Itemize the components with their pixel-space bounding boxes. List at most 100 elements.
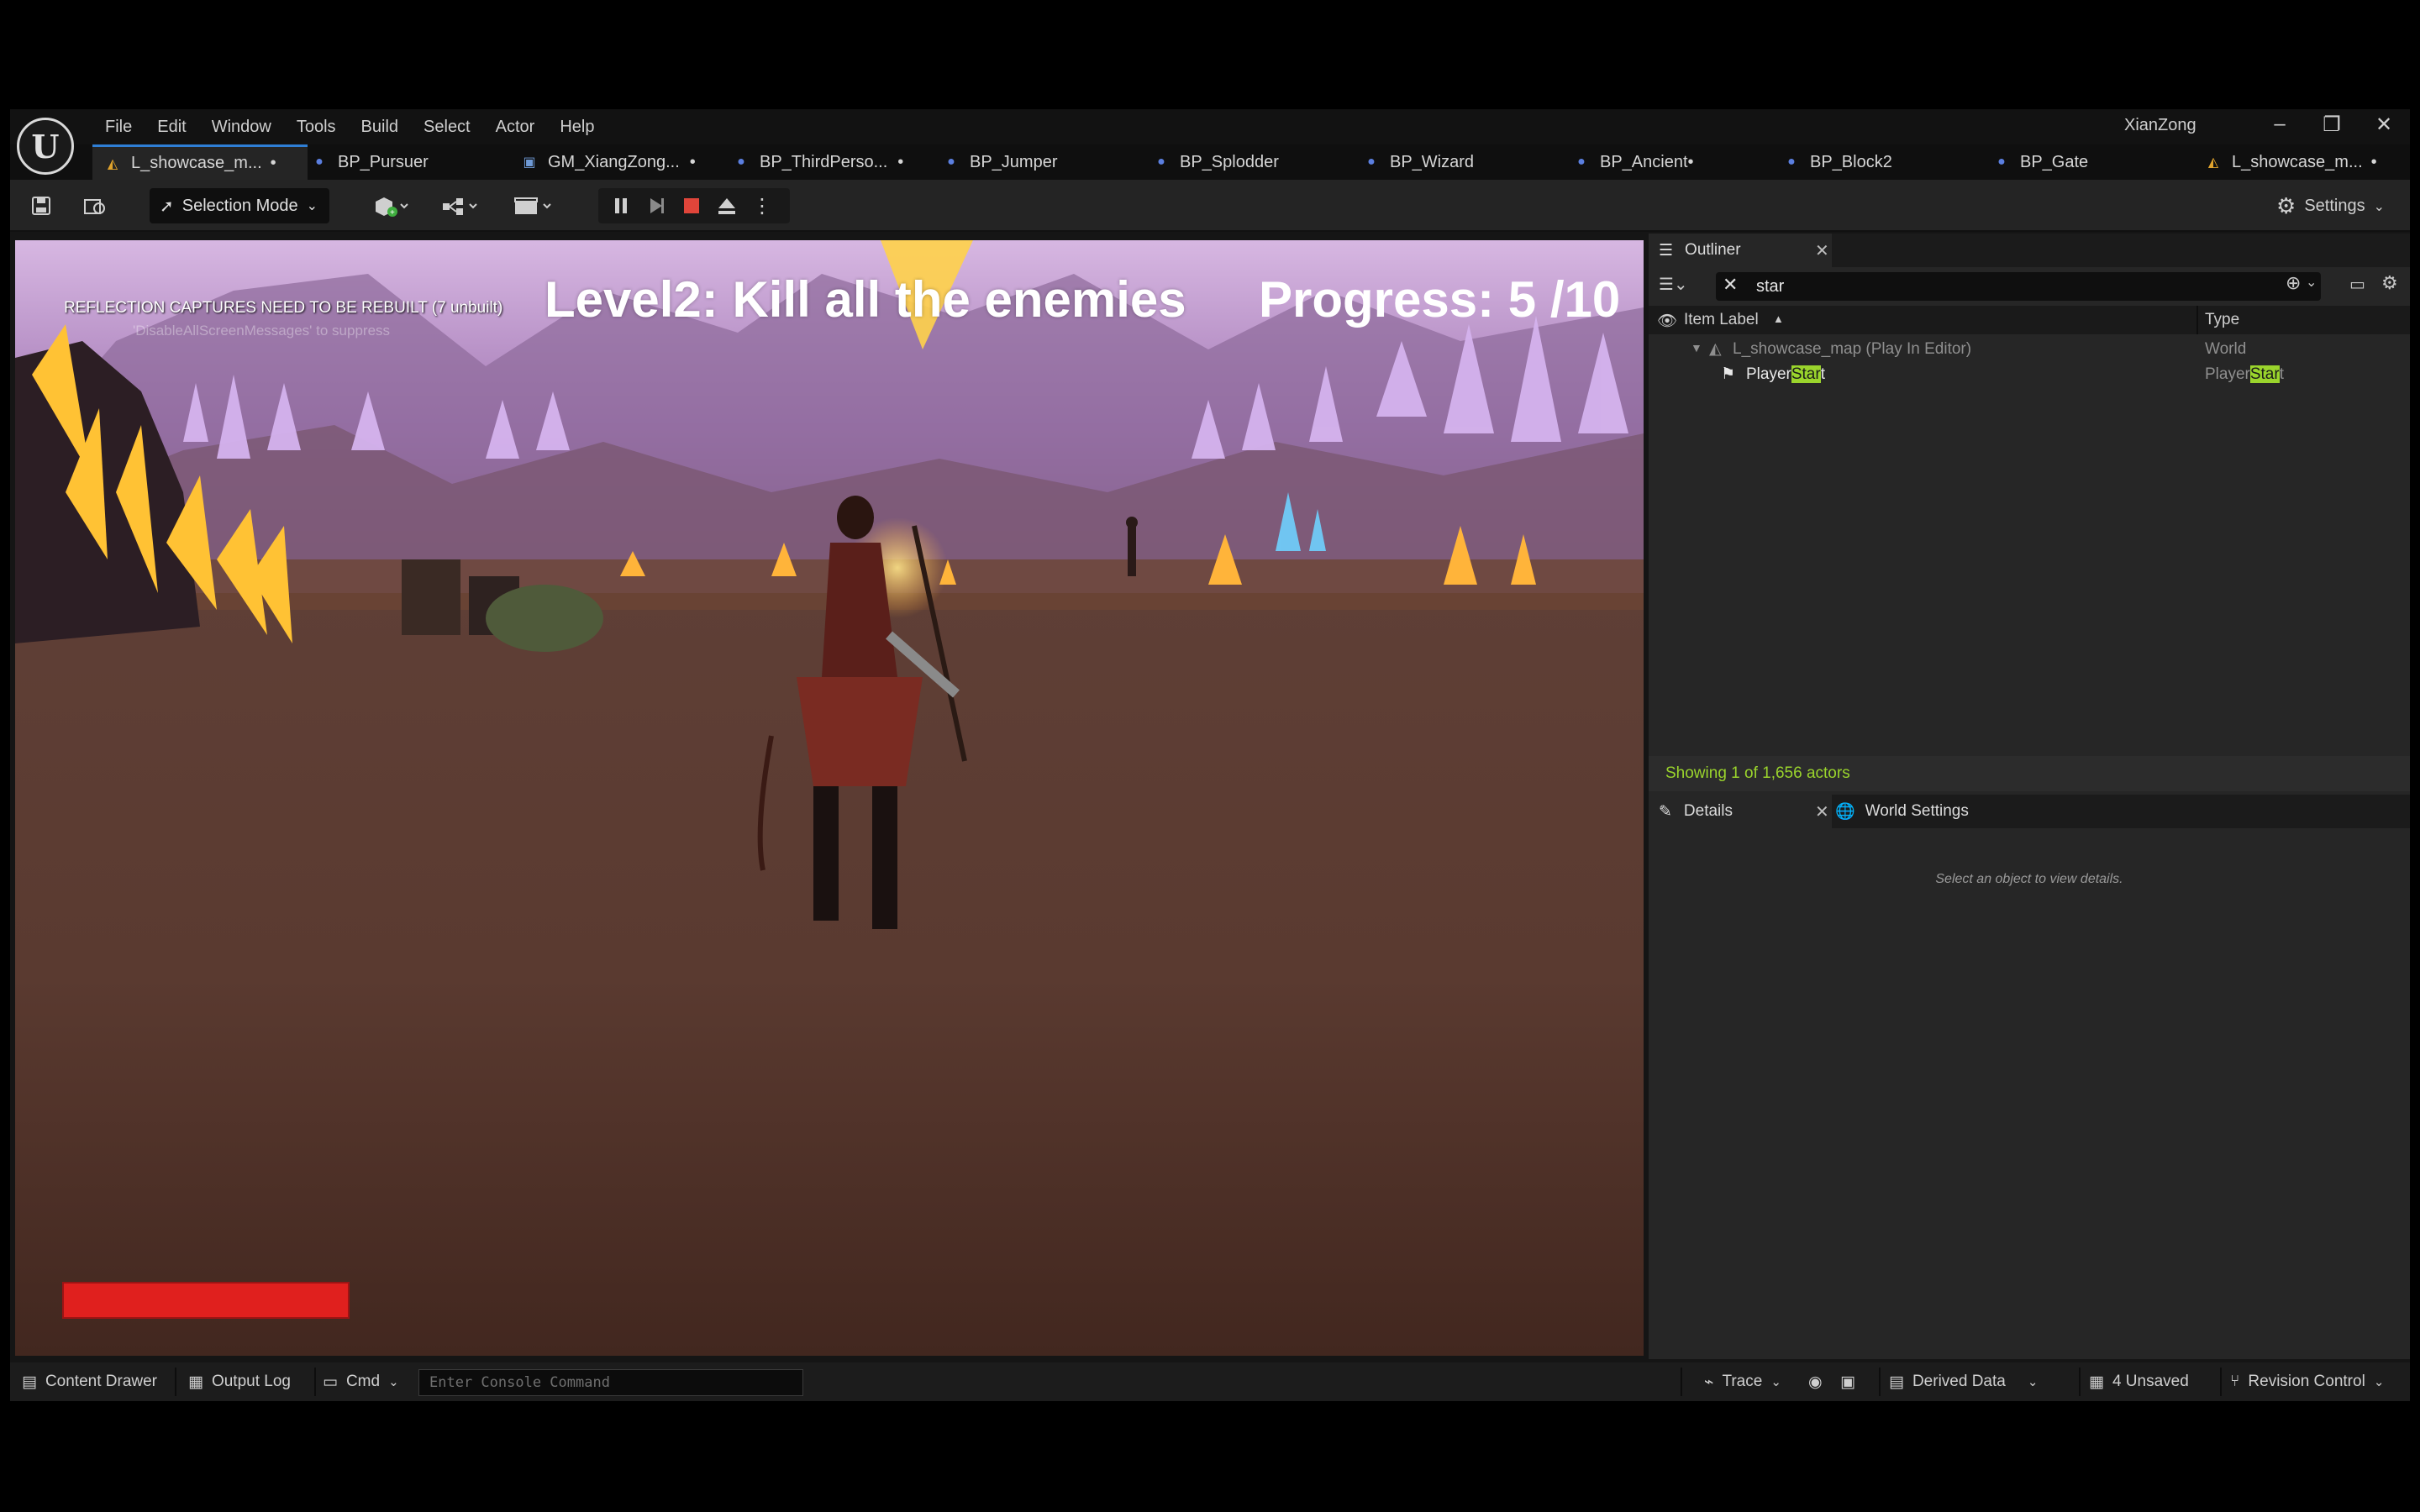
settings-label: Settings [2304, 197, 2365, 215]
add-folder-icon[interactable]: ▭ [2349, 274, 2365, 295]
outliner-row-playerstart[interactable]: ⚑ PlayerStart PlayerStart [1649, 363, 2410, 388]
outliner-tab[interactable]: ☰ Outliner [1649, 234, 1832, 267]
right-panel: ☰ Outliner ✕ ☰⌄ ✕ star ⊕ ⌄ ▭ ⚙ 👁 Item La… [1649, 234, 2410, 1359]
menu-file[interactable]: File [92, 114, 145, 140]
log-icon: ▦ [188, 1373, 203, 1391]
divider [1879, 1368, 1881, 1396]
divider [175, 1368, 176, 1396]
trace-label: Trace [1722, 1373, 1763, 1390]
tab-level-showcase[interactable]: ◭ L_showcase_m... • [92, 144, 308, 180]
tab-bp-ancient[interactable]: ● BP_Ancient • [1573, 144, 1693, 180]
gamemode-icon: ▣ [523, 155, 536, 170]
record-icon[interactable]: ◉ [1808, 1362, 1823, 1401]
chevron-down-icon[interactable]: ⌄ [2306, 274, 2317, 291]
revision-control-dropdown[interactable]: ⑂ Revision Control ⌄ [2230, 1362, 2384, 1401]
output-log-button[interactable]: ▦ Output Log [188, 1362, 291, 1401]
modified-dot-icon: • [2370, 152, 2377, 171]
modified-dot-icon: • [689, 152, 696, 171]
unsaved-button[interactable]: ▦ 4 Unsaved [2089, 1362, 2189, 1401]
clear-search-icon[interactable]: ✕ [1723, 274, 1738, 296]
blueprint-icon: ● [315, 155, 324, 169]
pencil-icon: ✎ [1659, 802, 1672, 821]
selection-mode-dropdown[interactable]: ➚ Selection Mode ⌄ [150, 188, 329, 223]
menu-edit[interactable]: Edit [145, 114, 198, 140]
column-item-label[interactable]: Item Label [1684, 311, 1759, 329]
tab-bp-pursuer[interactable]: ● BP_Pursuer [311, 144, 429, 180]
tab-label: BP_Block2 [1810, 152, 1892, 171]
tab-bp-jumper[interactable]: ● BP_Jumper [943, 144, 1057, 180]
eject-icon[interactable] [713, 192, 741, 220]
gear-icon[interactable]: ⚙ [2381, 272, 2398, 294]
trace-dropdown[interactable]: ⌁ Trace ⌄ [1704, 1362, 1781, 1401]
cinematics-icon[interactable] [509, 192, 560, 220]
document-tabs: ◭ L_showcase_m... • ● BP_Pursuer ▣ GM_Xi… [10, 144, 2410, 180]
outliner-search-row: ☰⌄ ✕ star ⊕ ⌄ ▭ ⚙ [1649, 267, 2410, 306]
world-settings-tab[interactable]: 🌐 World Settings [1835, 795, 1969, 828]
more-options-icon[interactable]: ⋮ [748, 192, 776, 220]
menu-actor[interactable]: Actor [483, 114, 548, 140]
settings-button[interactable]: ⚙ Settings ⌄ [2276, 193, 2385, 219]
stop-icon[interactable] [677, 192, 706, 220]
expand-triangle-icon[interactable]: ▼ [1691, 341, 1702, 354]
eye-icon[interactable]: 👁 [1657, 311, 1677, 331]
step-frame-icon[interactable] [642, 192, 671, 220]
tab-bp-block2[interactable]: ● BP_Block2 [1783, 144, 1892, 180]
save-icon[interactable] [27, 192, 55, 220]
user-name[interactable]: XianZong [2124, 116, 2196, 135]
tab-gm-xiangzong[interactable]: ▣ GM_XiangZong... • [521, 144, 696, 180]
screenshot-icon[interactable]: ▣ [1840, 1362, 1855, 1401]
close-outliner-icon[interactable]: ✕ [1815, 240, 1829, 261]
chevron-down-icon: ⌄ [306, 199, 318, 213]
tab-bp-wizard[interactable]: ● BP_Wizard [1363, 144, 1474, 180]
close-icon[interactable]: ✕ [2358, 113, 2410, 137]
restore-icon[interactable]: ❐ [2306, 113, 2358, 137]
reflection-warning: REFLECTION CAPTURES NEED TO BE REBUILT (… [64, 299, 503, 317]
details-header: ✎ Details ✕ 🌐 World Settings [1649, 795, 2410, 828]
reflection-suppress-hint: 'DisableAllScreenMessages' to suppress [133, 323, 391, 339]
menu-build[interactable]: Build [349, 114, 411, 140]
menu-help[interactable]: Help [547, 114, 607, 140]
tab-bp-gate[interactable]: ● BP_Gate [1993, 144, 2088, 180]
tab-bp-thirdperson[interactable]: ● BP_ThirdPerso... • [733, 144, 903, 180]
tab-level-showcase-2[interactable]: ◭ L_showcase_m... • [2205, 144, 2377, 180]
level-viewport[interactable]: REFLECTION CAPTURES NEED TO BE REBUILT (… [15, 240, 1644, 1356]
unreal-logo-icon[interactable]: U [17, 118, 74, 175]
column-type[interactable]: Type [2205, 311, 2239, 329]
trace-icon: ⌁ [1704, 1373, 1714, 1391]
browse-content-icon[interactable] [81, 192, 109, 220]
details-empty-message: Select an object to view details. [1935, 872, 2123, 886]
menu-select[interactable]: Select [411, 114, 483, 140]
add-actor-icon[interactable]: + [366, 192, 417, 220]
level-icon: ◭ [107, 156, 118, 171]
game-scene [15, 240, 1644, 1356]
filter-icon[interactable]: ☰⌄ [1659, 274, 1688, 295]
menu-tools[interactable]: Tools [284, 114, 349, 140]
outliner-row-world[interactable]: ▼ ◭ L_showcase_map (Play In Editor) Worl… [1649, 338, 2410, 363]
add-filter-icon[interactable]: ⊕ [2286, 272, 2301, 294]
health-bar [62, 1282, 350, 1319]
pause-icon[interactable] [607, 192, 635, 220]
revision-control-label: Revision Control [2248, 1373, 2365, 1390]
sort-asc-icon: ▲ [1773, 312, 1784, 325]
tab-label: BP_Gate [2020, 152, 2089, 171]
derived-data-dropdown[interactable]: ▤ Derived Data ⌄ [1889, 1362, 2038, 1401]
row-label: L_showcase_map (Play In Editor) [1733, 340, 1972, 358]
blueprint-menu-icon[interactable] [437, 192, 487, 220]
cmd-dropdown[interactable]: ▭ Cmd ⌄ [323, 1362, 399, 1401]
menu-window[interactable]: Window [199, 114, 284, 140]
row-label: PlayerStart [1746, 365, 1825, 383]
close-details-icon[interactable]: ✕ [1815, 801, 1829, 822]
details-tab[interactable]: ✎ Details [1649, 795, 1832, 828]
minimize-icon[interactable]: – [2254, 113, 2306, 137]
tab-label: BP_Pursuer [338, 152, 429, 171]
tab-label: BP_Splodder [1180, 152, 1279, 171]
cursor-icon: ➚ [160, 197, 174, 216]
console-command-input[interactable]: Enter Console Command [418, 1369, 803, 1396]
world-settings-title: World Settings [1865, 802, 1969, 820]
level-icon: ◭ [2207, 155, 2219, 170]
outliner-search-input[interactable] [1716, 272, 2321, 301]
tab-bp-splodder[interactable]: ● BP_Splodder [1153, 144, 1279, 180]
column-divider[interactable] [2196, 306, 2198, 334]
content-drawer-button[interactable]: ▤ Content Drawer [22, 1362, 157, 1401]
outliner-title: Outliner [1685, 241, 1741, 259]
